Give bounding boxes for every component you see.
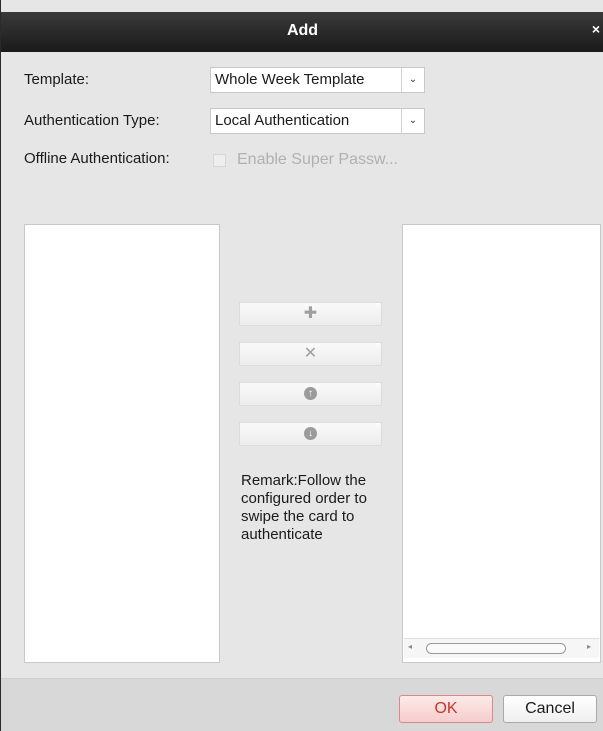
template-select[interactable]: Whole Week Template ⌄ [210, 67, 425, 93]
selected-list[interactable]: ◂ ▸ [402, 224, 601, 663]
add-button[interactable]: ✚ [239, 302, 382, 326]
chevron-down-icon[interactable]: ⌄ [401, 68, 424, 92]
move-up-button[interactable]: ↑ [239, 382, 382, 406]
move-down-button[interactable]: ↓ [239, 422, 382, 446]
cancel-button[interactable]: Cancel [503, 695, 597, 723]
close-icon[interactable]: × [592, 21, 600, 37]
remark-text: Remark:Follow the configured order to sw… [241, 472, 367, 543]
dialog-footer: OK Cancel [1, 678, 603, 731]
plus-icon: ✚ [303, 305, 318, 322]
close-x-icon: ✕ [303, 345, 318, 362]
template-label: Template: [24, 71, 90, 88]
add-dialog: Add × Template: Whole Week Template ⌄ Au… [0, 0, 603, 731]
super-password-checkbox [213, 154, 226, 167]
template-select-value: Whole Week Template [215, 71, 365, 88]
scroll-left-icon[interactable]: ◂ [408, 642, 412, 651]
ok-button[interactable]: OK [399, 695, 493, 723]
auth-type-select-value: Local Authentication [215, 112, 350, 129]
auth-type-select[interactable]: Local Authentication ⌄ [210, 108, 425, 134]
scroll-right-icon[interactable]: ▸ [587, 642, 591, 651]
horizontal-scrollbar[interactable]: ◂ ▸ [404, 638, 599, 658]
scroll-thumb[interactable] [426, 643, 566, 654]
available-list[interactable] [24, 224, 220, 663]
auth-type-label: Authentication Type: [24, 112, 160, 129]
remove-button[interactable]: ✕ [239, 342, 382, 366]
chevron-down-icon[interactable]: ⌄ [401, 109, 424, 133]
arrow-down-circle-icon: ↓ [304, 427, 317, 440]
offline-auth-label: Offline Authentication: [24, 150, 170, 167]
dialog-title: Add [286, 22, 319, 39]
super-password-label: Enable Super Passw... [237, 151, 398, 168]
title-bar: Add × [1, 12, 603, 52]
arrow-up-circle-icon: ↑ [304, 387, 317, 400]
